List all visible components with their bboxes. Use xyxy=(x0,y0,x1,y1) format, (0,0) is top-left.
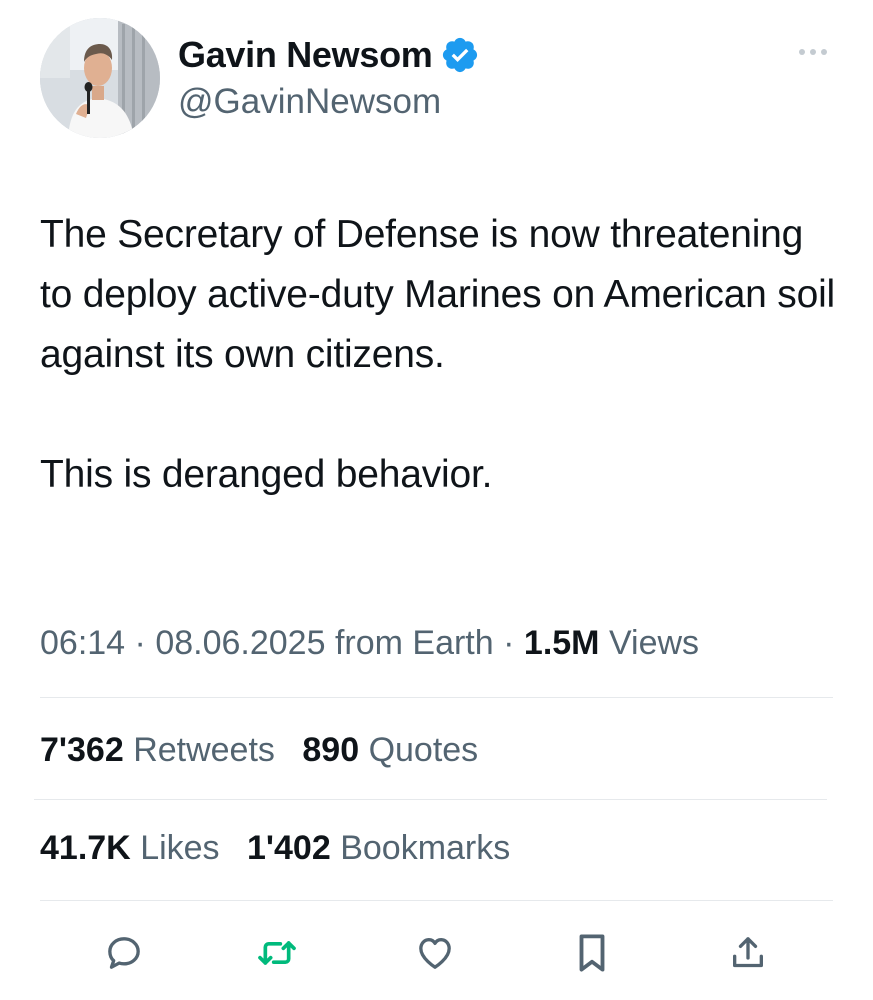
tweet-time[interactable]: 06:14 xyxy=(40,624,125,662)
share-button[interactable] xyxy=(720,925,776,981)
share-icon xyxy=(733,937,763,968)
bookmark-icon xyxy=(579,934,605,972)
retweet-icon xyxy=(258,941,296,965)
author-display-name[interactable]: Gavin Newsom xyxy=(178,34,433,76)
avatar[interactable] xyxy=(40,18,160,138)
stats-row-engagement: 41.7K Likes 1'402 Bookmarks xyxy=(40,820,528,876)
avatar-photo xyxy=(40,18,160,138)
quotes-stat[interactable]: 890 Quotes xyxy=(302,731,478,769)
heart-icon xyxy=(419,938,451,969)
tweet-date[interactable]: 08.06.2025 xyxy=(155,624,325,662)
quotes-label: Quotes xyxy=(368,731,479,769)
views-count[interactable]: 1.5M xyxy=(524,624,600,662)
likes-count: 41.7K xyxy=(40,829,131,867)
verified-badge-icon xyxy=(440,35,480,75)
views-label[interactable]: Views xyxy=(609,624,699,662)
tweet-paragraph: This is deranged behavior. xyxy=(40,453,493,496)
divider xyxy=(40,697,833,698)
retweets-stat[interactable]: 7'362 Retweets xyxy=(40,731,275,769)
like-button[interactable] xyxy=(407,925,463,981)
reply-button[interactable] xyxy=(96,925,152,981)
tweet-meta: 06:14 · 08.06.2025 from Earth · 1.5M Vie… xyxy=(40,615,699,671)
tweet-paragraph: The Secretary of Defense is now threaten… xyxy=(40,213,836,376)
likes-label: Likes xyxy=(140,829,220,867)
more-icon xyxy=(799,49,827,55)
tweet-action-bar xyxy=(0,925,873,981)
bookmarks-label: Bookmarks xyxy=(340,829,511,867)
reply-icon xyxy=(108,937,140,969)
quotes-count: 890 xyxy=(302,731,360,769)
meta-separator: · xyxy=(503,624,515,662)
author-name-row[interactable]: Gavin Newsom xyxy=(178,30,480,80)
divider xyxy=(34,799,827,800)
divider xyxy=(40,900,833,901)
author-handle[interactable]: @GavinNewsom xyxy=(178,82,441,122)
retweets-count: 7'362 xyxy=(40,731,124,769)
bookmark-button[interactable] xyxy=(564,925,620,981)
meta-separator: · xyxy=(134,624,146,662)
bookmarks-count: 1'402 xyxy=(247,829,331,867)
more-options-button[interactable] xyxy=(793,40,833,64)
retweets-label: Retweets xyxy=(133,731,275,769)
likes-stat[interactable]: 41.7K Likes xyxy=(40,829,220,867)
retweet-button[interactable] xyxy=(249,925,305,981)
bookmarks-stat[interactable]: 1'402 Bookmarks xyxy=(247,829,510,867)
stats-row-shares: 7'362 Retweets 890 Quotes xyxy=(40,722,496,778)
tweet-text: The Secretary of Defense is now threaten… xyxy=(40,205,840,505)
tweet-source: from Earth xyxy=(334,624,494,662)
